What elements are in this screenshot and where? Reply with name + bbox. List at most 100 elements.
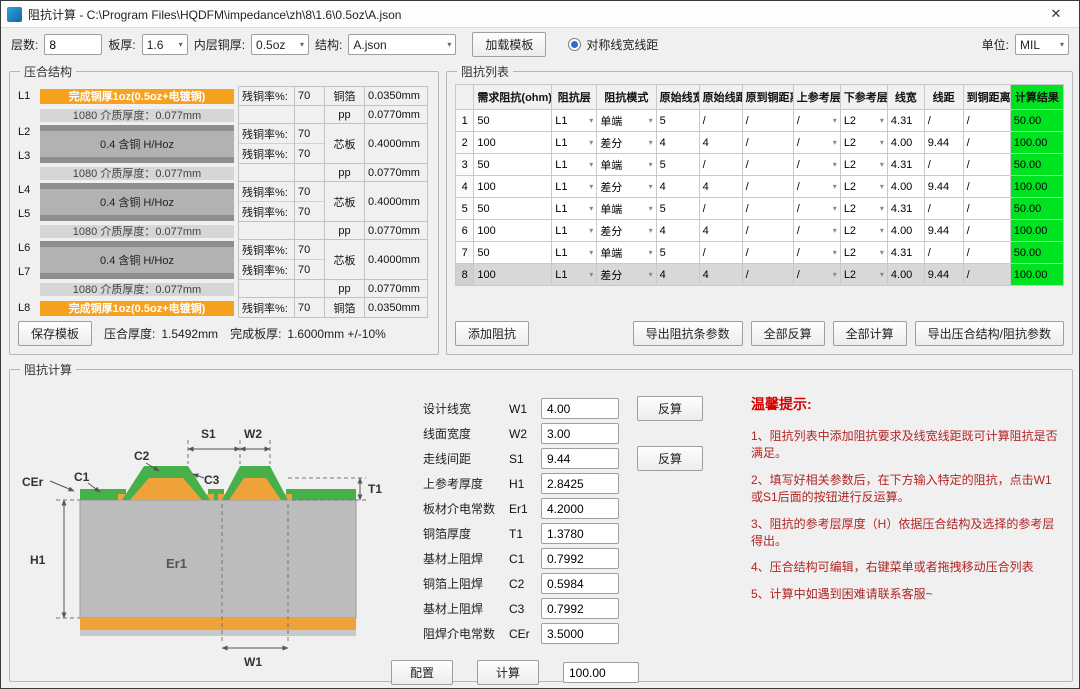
- cell-od[interactable]: /: [741, 153, 794, 176]
- cell-upref[interactable]: / ▾: [792, 197, 841, 220]
- stackup-row[interactable]: 1080 介质厚度：0.077mm pp 0.0770mm: [18, 164, 430, 182]
- table-row[interactable]: 4 100 L1 ▾ 差分 ▾ 4 4// ▾ L2 ▾ 4.00 9.44/100.00: [454, 175, 1065, 198]
- cell-ow[interactable]: 5: [655, 197, 700, 220]
- cell-req[interactable]: 50: [473, 109, 553, 132]
- cell-dpref[interactable]: L2 ▾: [839, 109, 888, 132]
- cell-upref[interactable]: / ▾: [792, 241, 841, 264]
- residual-copper-value[interactable]: 70: [294, 86, 324, 106]
- cell-od[interactable]: /: [741, 197, 794, 220]
- cell-s[interactable]: /: [923, 153, 964, 176]
- cell-dpref[interactable]: L2 ▾: [839, 131, 888, 154]
- cell-ow[interactable]: 4: [655, 175, 700, 198]
- cell-w[interactable]: 4.00: [886, 219, 925, 242]
- cell-req[interactable]: 100: [473, 175, 553, 198]
- cell-w[interactable]: 4.31: [886, 197, 925, 220]
- save-template-button[interactable]: 保存模板: [18, 321, 93, 346]
- param-input-cer[interactable]: [541, 623, 619, 644]
- cell-mode[interactable]: 单端 ▾: [596, 109, 657, 132]
- cell-req[interactable]: 50: [473, 153, 553, 176]
- cell-upref[interactable]: / ▾: [792, 219, 841, 242]
- row-number[interactable]: 3: [454, 153, 475, 176]
- close-button[interactable]: ✕: [1039, 6, 1073, 22]
- stackup-row[interactable]: L2 L3 0.4 含铜 H/Hoz 残铜率%: 残铜率%: 70 70 芯板 0.4000mm: [18, 124, 430, 164]
- row-number[interactable]: 8: [454, 263, 475, 286]
- board-thickness-select[interactable]: 1.6 ▾: [141, 34, 188, 55]
- residual-copper-value[interactable]: 70: [295, 182, 324, 202]
- param-input-s1[interactable]: [541, 448, 619, 469]
- cell-os[interactable]: 4: [698, 131, 743, 154]
- inner-copper-select[interactable]: 0.5oz ▾: [251, 34, 310, 55]
- cell-ow[interactable]: 5: [655, 241, 700, 264]
- cell-w[interactable]: 4.00: [886, 263, 925, 286]
- cell-d[interactable]: /: [962, 109, 1011, 132]
- param-input-er1[interactable]: [541, 498, 619, 519]
- add-impedance-button[interactable]: 添加阻抗: [455, 321, 530, 346]
- export-stackup-params-button[interactable]: 导出压合结构/阻抗参数: [914, 321, 1064, 346]
- cell-upref[interactable]: / ▾: [792, 153, 841, 176]
- cell-d[interactable]: /: [962, 219, 1011, 242]
- param-input-w1[interactable]: [541, 398, 619, 419]
- export-impedance-params-button[interactable]: 导出阻抗条参数: [632, 321, 743, 346]
- structure-select[interactable]: A.json ▾: [348, 34, 457, 55]
- row-number[interactable]: 1: [454, 109, 475, 132]
- cell-req[interactable]: 100: [473, 263, 553, 286]
- cell-w[interactable]: 4.00: [886, 175, 925, 198]
- cell-upref[interactable]: / ▾: [792, 109, 841, 132]
- cell-mode[interactable]: 单端 ▾: [596, 153, 657, 176]
- residual-copper-value[interactable]: 70: [295, 202, 324, 221]
- cell-s[interactable]: 9.44: [923, 175, 964, 198]
- residual-copper-value[interactable]: 70: [295, 124, 324, 144]
- cell-dpref[interactable]: L2 ▾: [839, 219, 888, 242]
- cell-req[interactable]: 50: [473, 197, 553, 220]
- cell-req[interactable]: 100: [473, 219, 553, 242]
- table-row[interactable]: 7 50 L1 ▾ 单端 ▾ 5// / ▾ L2 ▾ 4.31//50.00: [454, 241, 1065, 264]
- cell-s[interactable]: /: [923, 109, 964, 132]
- cell-d[interactable]: /: [962, 131, 1011, 154]
- reverse-all-button[interactable]: 全部反算: [750, 321, 825, 346]
- cell-layer[interactable]: L1 ▾: [551, 197, 598, 220]
- reverse-calc-button[interactable]: 反算: [637, 396, 703, 421]
- calc-all-button[interactable]: 全部计算: [832, 321, 907, 346]
- table-row[interactable]: 8 100 L1 ▾ 差分 ▾ 4 4// ▾ L2 ▾ 4.00 9.44/100.00: [454, 263, 1065, 286]
- cell-s[interactable]: /: [923, 241, 964, 264]
- param-input-c2[interactable]: [541, 573, 619, 594]
- cell-os[interactable]: 4: [698, 263, 743, 286]
- param-input-c3[interactable]: [541, 598, 619, 619]
- cell-req[interactable]: 50: [473, 241, 553, 264]
- residual-copper-value[interactable]: 70: [294, 298, 324, 318]
- cell-ow[interactable]: 4: [655, 131, 700, 154]
- stackup-row[interactable]: L6 L7 0.4 含铜 H/Hoz 残铜率%: 残铜率%: 70 70 芯板 0.4000mm: [18, 240, 430, 280]
- cell-layer[interactable]: L1 ▾: [551, 263, 598, 286]
- core-layer-bar[interactable]: 0.4 含铜 H/Hoz: [40, 241, 234, 279]
- cell-ow[interactable]: 4: [655, 263, 700, 286]
- target-impedance-input[interactable]: [563, 662, 639, 683]
- copper-foil-bar[interactable]: 完成铜厚1oz(0.5oz+电镀铜): [40, 300, 234, 316]
- cell-od[interactable]: /: [741, 131, 794, 154]
- cell-d[interactable]: /: [962, 153, 1011, 176]
- row-number[interactable]: 7: [454, 241, 475, 264]
- stackup-row[interactable]: L1 完成铜厚1oz(0.5oz+电镀铜) 残铜率%: 70 铜箔 0.0350mm: [18, 86, 430, 106]
- cell-mode[interactable]: 差分 ▾: [596, 131, 657, 154]
- cell-d[interactable]: /: [962, 241, 1011, 264]
- cell-mode[interactable]: 单端 ▾: [596, 197, 657, 220]
- param-input-h1[interactable]: [541, 473, 619, 494]
- residual-copper-value[interactable]: 70: [295, 240, 324, 260]
- cell-s[interactable]: 9.44: [923, 219, 964, 242]
- reverse-calc-button[interactable]: 反算: [637, 446, 703, 471]
- row-number[interactable]: 4: [454, 175, 475, 198]
- cell-req[interactable]: 100: [473, 131, 553, 154]
- param-input-w2[interactable]: [541, 423, 619, 444]
- load-template-button[interactable]: 加载模板: [472, 32, 547, 57]
- cell-ow[interactable]: 5: [655, 153, 700, 176]
- cell-mode[interactable]: 差分 ▾: [596, 263, 657, 286]
- cell-od[interactable]: /: [741, 175, 794, 198]
- cell-w[interactable]: 4.00: [886, 131, 925, 154]
- cell-d[interactable]: /: [962, 263, 1011, 286]
- row-number[interactable]: 6: [454, 219, 475, 242]
- cell-mode[interactable]: 差分 ▾: [596, 219, 657, 242]
- row-number[interactable]: 2: [454, 131, 475, 154]
- cell-w[interactable]: 4.31: [886, 109, 925, 132]
- cell-d[interactable]: /: [962, 197, 1011, 220]
- table-row[interactable]: 6 100 L1 ▾ 差分 ▾ 4 4// ▾ L2 ▾ 4.00 9.44/100.00: [454, 219, 1065, 242]
- copper-foil-bar[interactable]: 完成铜厚1oz(0.5oz+电镀铜): [40, 88, 234, 104]
